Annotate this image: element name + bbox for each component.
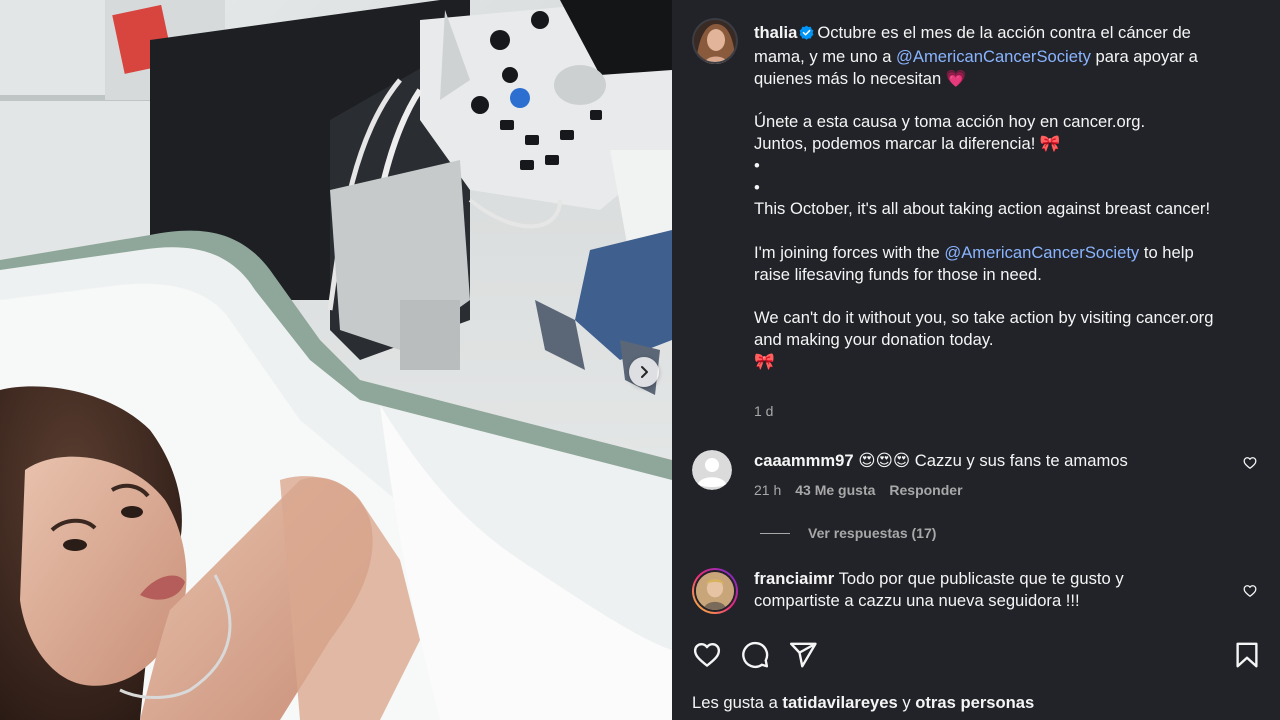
- instagram-post-view: thalia Octubre es el mes de la acción con…: [0, 0, 1280, 720]
- likes-prefix: Les gusta a: [692, 693, 783, 712]
- post-caption: thalia Octubre es el mes de la acción con…: [754, 22, 1234, 373]
- caption-text-8a: I'm joining forces with the: [754, 242, 945, 262]
- caption-line-2: Únete a esta causa y toma acción hoy en …: [754, 112, 1146, 132]
- default-avatar-icon: [692, 450, 732, 490]
- comment-meta: 21 h 43 Me gusta Responder: [754, 479, 1164, 501]
- caption-line-8: I'm joining forces with the @AmericanCan…: [754, 242, 1234, 286]
- comments-scroll-area[interactable]: thalia Octubre es el mes de la acción con…: [672, 0, 1280, 630]
- caption-bullet-2: •: [754, 177, 760, 197]
- share-icon: [789, 642, 817, 668]
- heart-icon: [1243, 585, 1257, 597]
- heart-icon: [1243, 457, 1257, 469]
- bookmark-icon: [1236, 642, 1258, 668]
- mention-american-cancer-society-2[interactable]: @AmericanCancerSociety: [944, 243, 1139, 262]
- author-username[interactable]: thalia: [754, 23, 797, 42]
- comment-like-button[interactable]: [1243, 584, 1257, 603]
- comment-button[interactable]: [740, 640, 770, 670]
- other-likers-link[interactable]: otras personas: [915, 693, 1034, 712]
- save-button[interactable]: [1232, 640, 1262, 670]
- replies-divider-line: [760, 532, 790, 534]
- commenter-avatar-image: [694, 570, 736, 612]
- comment-content: franciaimr Todo por que publicaste que t…: [754, 568, 1194, 612]
- post-actions-bar: [692, 640, 1260, 674]
- post-timestamp[interactable]: 1 d: [754, 403, 773, 419]
- commenter-avatar-story[interactable]: [692, 568, 738, 614]
- comment-like-button[interactable]: [1243, 456, 1257, 475]
- verified-badge-icon: [799, 24, 814, 46]
- comment-likes-count[interactable]: 43 Me gusta: [795, 479, 875, 501]
- next-image-button[interactable]: [629, 357, 659, 387]
- caption-line-11: 🎀: [754, 351, 775, 371]
- likes-middle: y: [897, 693, 916, 712]
- post-media[interactable]: [0, 0, 672, 720]
- likes-summary: Les gusta a tatidavilareyes y otras pers…: [692, 693, 1034, 713]
- caption-line-6: This October, it's all about taking acti…: [754, 199, 1211, 219]
- heart-icon: [693, 642, 721, 667]
- like-button[interactable]: [692, 640, 722, 670]
- caption-bullet-1: •: [754, 155, 760, 175]
- post-details-panel: thalia Octubre es el mes de la acción con…: [672, 0, 1280, 720]
- caption-line-0: thalia Octubre es el mes de la acción con…: [754, 22, 1234, 89]
- comment-icon: [742, 641, 769, 668]
- author-avatar[interactable]: [692, 18, 738, 64]
- comment-text: 😍😍😍 Cazzu y sus fans te amamos: [858, 451, 1128, 470]
- comment-content: caaammm97 😍😍😍 Cazzu y sus fans te amamos…: [754, 450, 1164, 501]
- commenter-username[interactable]: caaammm97: [754, 451, 854, 470]
- comment-time[interactable]: 21 h: [754, 479, 781, 501]
- mention-american-cancer-society-1[interactable]: @AmericanCancerSociety: [896, 47, 1091, 66]
- caption-line-10: We can't do it without you, so take acti…: [754, 308, 1214, 350]
- reply-button[interactable]: Responder: [889, 479, 962, 501]
- liker-username[interactable]: tatidavilareyes: [782, 693, 897, 712]
- chevron-right-icon: [641, 366, 648, 378]
- share-button[interactable]: [788, 640, 818, 670]
- view-replies-button[interactable]: Ver respuestas (17): [760, 525, 936, 541]
- post-photo: [0, 0, 672, 720]
- commenter-username[interactable]: franciaimr: [754, 569, 834, 588]
- commenter-avatar[interactable]: [692, 450, 732, 490]
- caption-line-3: Juntos, podemos marcar la diferencia! 🎀: [754, 133, 1061, 153]
- view-replies-label: Ver respuestas (17): [808, 525, 937, 541]
